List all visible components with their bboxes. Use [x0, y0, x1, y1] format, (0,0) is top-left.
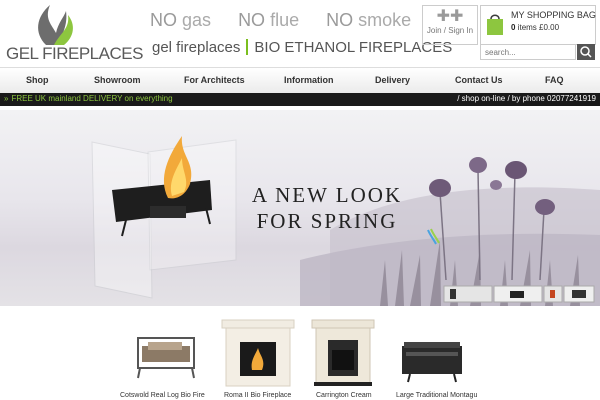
- add-user-icon: ✚✚: [436, 8, 464, 25]
- double-chevron-icon: »: [4, 94, 9, 103]
- delivery-bar: » FREE UK mainland DELIVERY on everything…: [0, 93, 600, 106]
- product-name-montagu[interactable]: Large Traditional Montagu: [396, 392, 477, 399]
- bag-items-total: items £0.00: [517, 23, 560, 32]
- cotswold-fire-image: [137, 337, 195, 379]
- search-input[interactable]: [480, 44, 576, 60]
- tagline-no-3: NO: [326, 10, 354, 30]
- nav-for-architects[interactable]: For Architects: [184, 75, 245, 85]
- nav-contact-us[interactable]: Contact Us: [455, 75, 503, 85]
- tagline-smoke: smoke: [358, 10, 412, 30]
- roma-fireplace-image: [221, 319, 295, 387]
- montagu-fire-image: [402, 342, 462, 383]
- tagline-divider: [246, 39, 249, 55]
- bag-summary: 0 items £0.00: [511, 23, 559, 32]
- search-button[interactable]: [577, 44, 595, 60]
- tagline-no-1: NO: [150, 10, 177, 30]
- banner-headline: A NEW LOOK FOR SPRING: [242, 182, 412, 234]
- shop-phone-text[interactable]: / shop on-line / by phone 02077241919: [457, 94, 596, 103]
- product-name-carrington[interactable]: Carrington Cream: [316, 392, 372, 399]
- nav-showroom[interactable]: Showroom: [94, 75, 141, 85]
- tagline-sub: gel fireplaces BIO ETHANOL FIREPLACES: [152, 39, 452, 56]
- product-carrington[interactable]: Carrington Cream: [310, 316, 376, 400]
- nav-faq[interactable]: FAQ: [545, 75, 564, 85]
- product-name-roma[interactable]: Roma II Bio Fireplace: [224, 392, 291, 399]
- join-sign-in-button[interactable]: ✚✚ Join / Sign In: [422, 5, 478, 45]
- banner-line-1: A NEW LOOK: [251, 183, 403, 207]
- bag-title: MY SHOPPING BAG: [511, 10, 596, 20]
- shopping-bag-button[interactable]: MY SHOPPING BAG 0 items £0.00: [480, 5, 596, 45]
- header: GEL FIREPLACES NO gas NO flue NO smoke g…: [0, 0, 600, 66]
- main-nav: Shop Showroom For Architects Information…: [0, 67, 600, 94]
- product-montagu[interactable]: Large Traditional Montagu: [396, 316, 477, 400]
- free-delivery-label: FREE UK mainland DELIVERY on everything: [11, 94, 173, 103]
- tagline-no-2: NO: [238, 10, 266, 30]
- product-name-cotswold[interactable]: Cotswold Real Log Bio Fire: [120, 392, 205, 399]
- free-delivery-text: » FREE UK mainland DELIVERY on everything: [4, 94, 173, 103]
- nav-information[interactable]: Information: [284, 75, 334, 85]
- nav-delivery[interactable]: Delivery: [375, 75, 410, 85]
- bag-count: 0: [511, 23, 516, 32]
- nav-shop[interactable]: Shop: [26, 75, 49, 85]
- product-roma[interactable]: Roma II Bio Fireplace: [220, 316, 296, 400]
- product-cotswold[interactable]: Cotswold Real Log Bio Fire: [120, 316, 205, 400]
- tagline-gel-fireplaces: gel fireplaces: [152, 39, 241, 56]
- tagline-no: NO gas NO flue NO smoke: [150, 10, 411, 31]
- tagline-gas: gas: [182, 10, 212, 30]
- flame-logo-icon: [38, 5, 73, 45]
- brand-name: GEL FIREPLACES: [6, 44, 143, 63]
- search-icon: [580, 46, 592, 58]
- banner-line-2: FOR SPRING: [256, 209, 398, 233]
- carrington-fireplace-image: [311, 319, 375, 386]
- shopping-bag-icon: [487, 14, 503, 35]
- hero-banner[interactable]: A NEW LOOK FOR SPRING: [0, 110, 600, 306]
- brand-logo[interactable]: GEL FIREPLACES: [6, 3, 143, 63]
- join-sign-in-label: Join / Sign In: [426, 26, 474, 35]
- tagline-flue: flue: [270, 10, 300, 30]
